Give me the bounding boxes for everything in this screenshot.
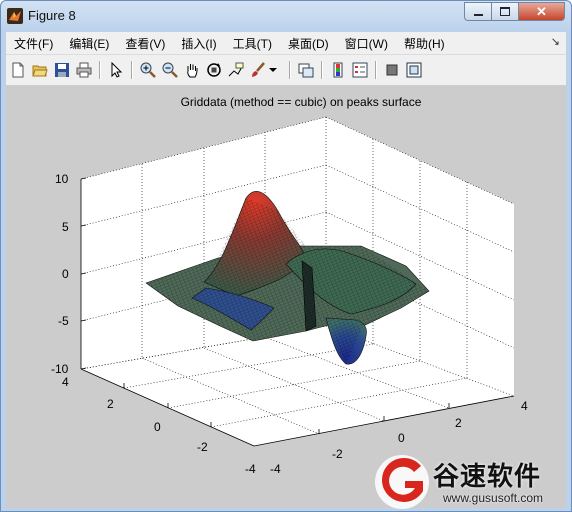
z-tick-label: 10 [55,172,69,186]
y-tick-label: 0 [154,420,161,434]
x-tick-label: -4 [270,462,281,476]
menu-bar: 文件(F) 编辑(E) 查看(V) 插入(I) 工具(T) 桌面(D) 窗口(W… [6,32,566,55]
matlab-icon [7,8,23,24]
figure-window: Figure 8 ✕ 文件(F) 编辑(E) 查看(V) 插入(I) 工具(T)… [0,0,572,512]
y-tick-label: 4 [62,375,69,389]
menu-dock-icon[interactable]: ↘ [551,35,560,48]
data-cursor-icon[interactable] [226,60,246,80]
window-title: Figure 8 [28,8,76,23]
toolbar-separator [321,61,323,79]
menu-view[interactable]: 查看(V) [117,35,173,52]
toolbar-separator [375,61,377,79]
menu-file[interactable]: 文件(F) [6,35,61,52]
close-button[interactable]: ✕ [519,2,565,21]
watermark-brand: 谷速软件 [433,461,542,491]
y-tick-label: -2 [197,440,208,454]
watermark-logo-icon [375,455,429,509]
show-plot-tools-icon[interactable] [404,60,424,80]
legend-icon[interactable] [350,60,370,80]
z-tick-label: -10 [51,362,69,376]
z-tick-label: 5 [62,220,69,234]
z-tick-label: -5 [58,314,69,328]
zoom-in-icon[interactable] [138,60,158,80]
menu-desktop[interactable]: 桌面(D) [280,35,337,52]
colorbar-icon[interactable] [328,60,348,80]
toolbar-separator [131,61,133,79]
menu-insert[interactable]: 插入(I) [173,35,224,52]
x-tick-label: 4 [521,399,528,413]
rotate-3d-icon[interactable] [204,60,224,80]
y-tick-label: -4 [245,462,256,476]
watermark-url: www.gususoft.com [443,491,544,505]
edit-plot-arrow-icon[interactable] [106,60,126,80]
menu-help[interactable]: 帮助(H) [396,35,453,52]
figure-toolbar [6,55,566,86]
axes-3d[interactable] [6,86,566,508]
menu-window[interactable]: 窗口(W) [337,35,396,52]
menu-edit[interactable]: 编辑(E) [61,35,117,52]
open-file-icon[interactable] [30,60,50,80]
x-tick-label: -2 [332,447,343,461]
x-tick-label: 0 [398,431,405,445]
watermark: 谷速软件 www.gususoft.com [373,453,571,511]
brush-icon[interactable] [248,60,268,80]
figure-canvas[interactable]: Griddata (method == cubic) on peaks surf… [6,86,566,508]
toolbar-separator [99,61,101,79]
zoom-out-icon[interactable] [160,60,180,80]
print-icon[interactable] [74,60,94,80]
menu-tools[interactable]: 工具(T) [225,35,280,52]
maximize-icon [500,7,510,16]
save-icon[interactable] [52,60,72,80]
toolbar-separator [289,61,291,79]
hide-plot-tools-icon[interactable] [382,60,402,80]
y-tick-label: 2 [107,397,114,411]
z-tick-label: 0 [62,267,69,281]
minimize-button[interactable] [464,2,492,21]
x-tick-label: 2 [455,416,462,430]
minimize-icon [473,13,483,16]
close-icon: ✕ [536,3,547,19]
pan-hand-icon[interactable] [182,60,202,80]
title-bar[interactable]: Figure 8 ✕ [1,1,571,31]
brush-dropdown-icon[interactable] [268,60,278,80]
maximize-button[interactable] [492,2,519,21]
new-figure-icon[interactable] [8,60,28,80]
link-plot-icon[interactable] [296,60,316,80]
